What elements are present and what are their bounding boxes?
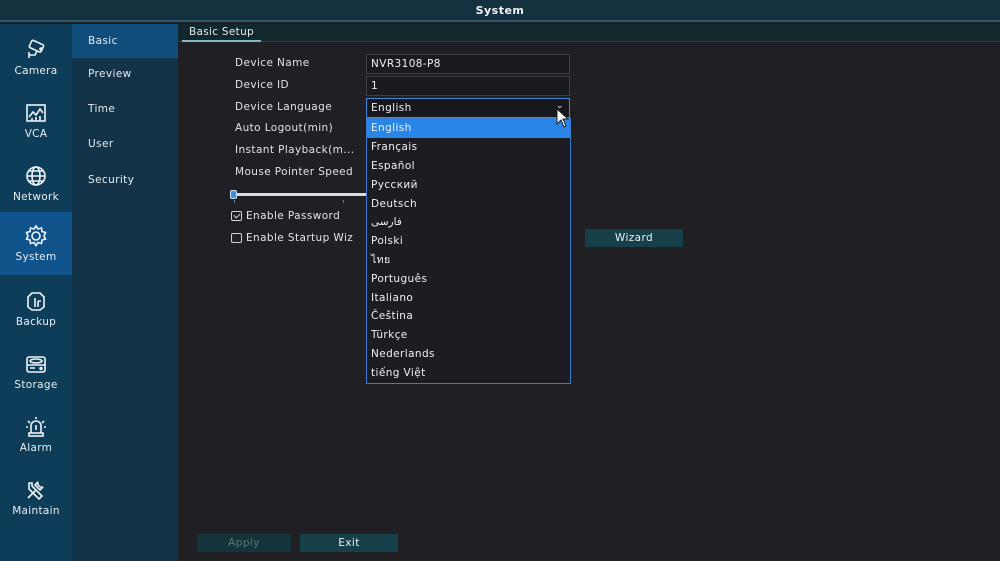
device-language-select[interactable]: English ⌄ <box>366 98 570 118</box>
language-option[interactable]: Français <box>367 138 570 157</box>
language-option[interactable]: Italiano <box>367 288 570 307</box>
mouse-pointer-speed-label: Mouse Pointer Speed <box>235 166 354 178</box>
language-option[interactable]: فارسی <box>367 213 570 232</box>
main-nav-item-maintain[interactable]: Maintain <box>0 466 72 529</box>
enable-startup-wizard-label: Enable Startup Wiz <box>246 232 354 244</box>
mouse-speed-slider-track[interactable] <box>234 193 368 196</box>
device-name-label: Device Name <box>235 57 310 69</box>
enable-password-label: Enable Password <box>246 210 341 222</box>
device-name-input[interactable]: NVR3108-P8 <box>366 54 570 74</box>
content-panel: Basic Setup Device Name NVR3108-P8 Devic… <box>178 24 1000 561</box>
mouse-cursor-icon <box>556 108 570 128</box>
sub-nav-item-security[interactable]: Security <box>72 163 178 197</box>
enable-startup-wizard-checkbox[interactable] <box>231 233 242 243</box>
main-nav-item-alarm[interactable]: Alarm <box>0 403 72 466</box>
sub-nav-item-basic[interactable]: Basic <box>72 24 178 58</box>
backup-icon <box>24 289 48 313</box>
language-option[interactable]: Čeština <box>367 307 570 326</box>
main-nav-item-vca[interactable]: VCA <box>0 89 72 152</box>
language-option[interactable]: Deutsch <box>367 194 570 213</box>
device-id-input[interactable]: 1 <box>366 76 570 96</box>
mouse-speed-slider-thumb[interactable] <box>230 190 237 199</box>
tools-icon <box>24 478 48 502</box>
sub-nav-item-time[interactable]: Time <box>72 92 178 126</box>
language-option[interactable]: Nederlands <box>367 345 570 364</box>
window-title: System <box>475 3 525 17</box>
apply-button[interactable]: Apply <box>197 534 291 552</box>
slider-tick <box>234 200 235 203</box>
main-nav-item-backup[interactable]: Backup <box>0 277 72 340</box>
sub-nav: Basic Preview Time User Security <box>72 24 178 561</box>
hard-drive-icon <box>24 352 48 376</box>
language-dropdown-list: English Français Español Русский Deutsch فارس… <box>366 118 571 384</box>
camera-icon <box>24 38 48 62</box>
alarm-siren-icon <box>24 415 48 439</box>
device-id-label: Device ID <box>235 79 290 91</box>
globe-icon <box>24 164 48 188</box>
window-title-bar: System <box>0 0 1000 22</box>
language-option[interactable]: Polski <box>367 232 570 251</box>
tab-basic-setup[interactable]: Basic Setup <box>182 24 261 42</box>
main-nav-item-network[interactable]: Network <box>0 152 72 215</box>
main-nav-item-storage[interactable]: Storage <box>0 340 72 403</box>
language-option[interactable]: ไทย <box>367 251 570 270</box>
main-nav-item-system[interactable]: System <box>0 212 72 275</box>
sub-nav-item-user[interactable]: User <box>72 127 178 161</box>
enable-password-checkbox[interactable] <box>231 211 242 221</box>
sub-nav-item-preview[interactable]: Preview <box>72 57 178 91</box>
auto-logout-label: Auto Logout(min) <box>235 122 334 134</box>
language-option[interactable]: Русский <box>367 175 570 194</box>
instant-playback-label: Instant Playback(m... <box>235 144 355 156</box>
enable-password-checkbox-row[interactable]: Enable Password <box>231 210 340 222</box>
vca-icon <box>24 101 48 125</box>
device-language-value: English <box>371 102 412 114</box>
tab-bar: Basic Setup <box>178 24 1000 42</box>
main-nav: Camera VCA Network System Backup Storage <box>0 24 72 561</box>
slider-tick <box>343 200 344 203</box>
wizard-button[interactable]: Wizard <box>585 229 683 247</box>
main-nav-item-camera[interactable]: Camera <box>0 26 72 89</box>
language-option[interactable]: Türkçe <box>367 326 570 345</box>
language-option[interactable]: Español <box>367 157 570 176</box>
language-option[interactable]: English <box>367 119 570 138</box>
device-language-label: Device Language <box>235 101 333 113</box>
language-option[interactable]: tiếng Việt <box>367 363 570 382</box>
enable-startup-wizard-checkbox-row[interactable]: Enable Startup Wiz <box>231 232 353 244</box>
gear-icon <box>24 224 48 248</box>
exit-button[interactable]: Exit <box>300 534 398 552</box>
language-option[interactable]: Português <box>367 269 570 288</box>
